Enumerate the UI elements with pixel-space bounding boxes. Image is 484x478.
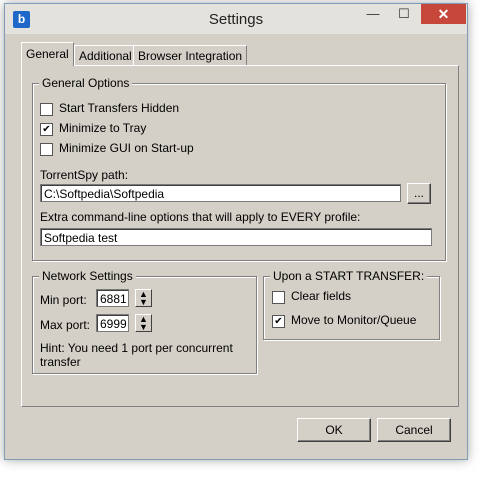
start-transfer-group xyxy=(263,276,440,340)
min-port-label: Min port: xyxy=(40,293,87,307)
network-settings-legend: Network Settings xyxy=(39,269,136,283)
port-hint-text: Hint: You need 1 port per concurrent tra… xyxy=(40,341,233,369)
minimize-gui-startup-label[interactable]: Minimize GUI on Start-up xyxy=(59,141,194,155)
torrentspy-path-label: TorrentSpy path: xyxy=(40,168,129,182)
move-to-monitor-label[interactable]: Move to Monitor/Queue xyxy=(291,313,416,327)
torrentspy-path-input[interactable]: C:\Softpedia\Softpedia xyxy=(40,184,401,202)
browse-path-button[interactable]: ... xyxy=(407,183,431,204)
min-port-input[interactable]: 6881 xyxy=(96,289,129,307)
tab-general[interactable]: General xyxy=(21,42,74,66)
start-transfers-hidden-checkbox[interactable] xyxy=(40,103,53,116)
move-to-monitor-checkbox[interactable]: ✔ xyxy=(272,315,285,328)
minimize-to-tray-checkbox[interactable]: ✔ xyxy=(40,123,53,136)
extra-options-input[interactable]: Softpedia test xyxy=(40,228,432,246)
general-options-legend: General Options xyxy=(39,76,133,90)
minimize-gui-startup-checkbox[interactable] xyxy=(40,143,53,156)
title-bar[interactable]: b Settings — ☐ ✕ xyxy=(5,4,467,34)
ok-button[interactable]: OK xyxy=(297,418,371,442)
tab-additional[interactable]: Additional xyxy=(74,45,137,66)
extra-options-label: Extra command-line options that will app… xyxy=(40,210,361,224)
maximize-icon[interactable]: ☐ xyxy=(390,4,418,24)
minimize-to-tray-label[interactable]: Minimize to Tray xyxy=(59,121,146,135)
clear-fields-checkbox[interactable] xyxy=(272,291,285,304)
clear-fields-label[interactable]: Clear fields xyxy=(291,289,351,303)
close-icon[interactable]: ✕ xyxy=(421,4,466,24)
start-transfer-legend: Upon a START TRANSFER: xyxy=(270,269,428,283)
settings-window: b Settings — ☐ ✕ General Additional Brow… xyxy=(4,3,468,460)
max-port-input[interactable]: 6999 xyxy=(96,314,129,332)
minimize-icon[interactable]: — xyxy=(359,4,387,24)
tab-browser-integration[interactable]: Browser Integration xyxy=(133,45,248,66)
cancel-button[interactable]: Cancel xyxy=(377,418,451,442)
max-port-label: Max port: xyxy=(40,318,91,332)
start-transfers-hidden-label[interactable]: Start Transfers Hidden xyxy=(59,101,179,115)
max-port-spinner-icon[interactable]: ▲ ▼ xyxy=(135,314,152,332)
min-port-spinner-icon[interactable]: ▲ ▼ xyxy=(135,289,152,307)
